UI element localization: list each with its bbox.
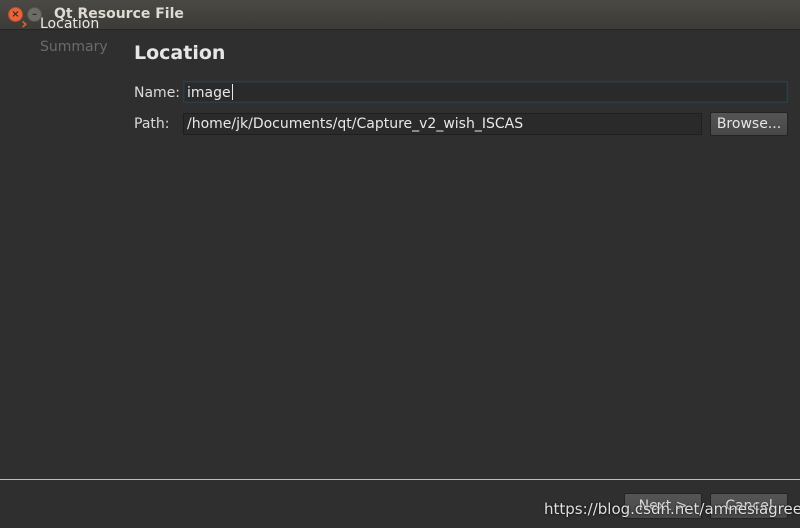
path-input-value: /home/jk/Documents/qt/Capture_v2_wish_IS… — [187, 116, 524, 132]
path-label: Path: — [134, 116, 170, 132]
path-input[interactable]: /home/jk/Documents/qt/Capture_v2_wish_IS… — [183, 113, 702, 135]
step-summary: Summary — [40, 39, 108, 55]
title-bar: × – Qt Resource File — [0, 0, 800, 30]
current-step-chevron-icon: › — [21, 14, 28, 33]
footer-divider — [0, 479, 800, 480]
page-title: Location — [134, 42, 226, 64]
name-input[interactable]: image — [183, 81, 788, 103]
text-caret — [231, 84, 233, 100]
watermark: https://blog.csdn.net/amnesiagreen — [544, 500, 800, 518]
browse-button[interactable]: Browse... — [710, 112, 788, 136]
name-input-value: image — [187, 85, 231, 101]
step-location: Location — [40, 16, 100, 32]
name-label: Name: — [134, 85, 181, 101]
